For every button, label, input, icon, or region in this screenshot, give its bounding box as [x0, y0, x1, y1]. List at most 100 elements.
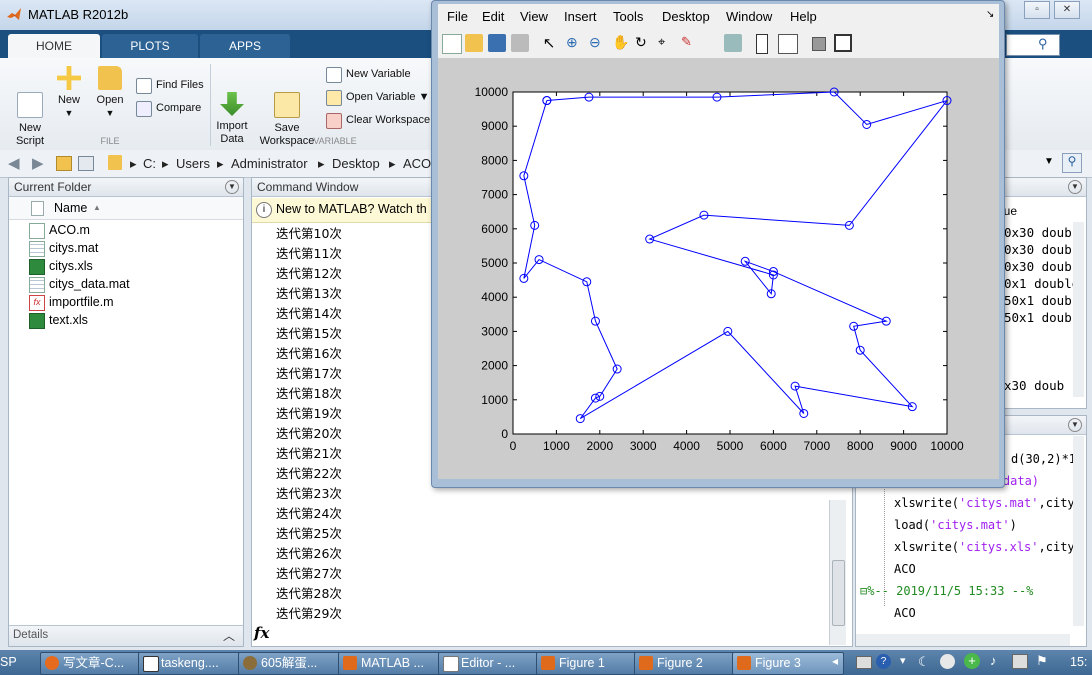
history-hscrollbar[interactable]	[856, 634, 1070, 646]
taskbar-item-figure-1[interactable]: Figure 1	[536, 652, 648, 675]
history-session-separator[interactable]: ⊟%-- 2019/11/5 15:33 --%	[860, 580, 1033, 602]
file-item[interactable]: citys.xls	[29, 257, 93, 275]
new-figure-icon[interactable]	[442, 34, 462, 54]
file-item[interactable]: text.xls	[29, 311, 88, 329]
add-icon[interactable]: +	[964, 653, 980, 669]
open-button[interactable]: Open ▼	[92, 66, 128, 120]
forward-arrow-icon[interactable]: ▶	[32, 154, 44, 172]
pan-icon[interactable]: ✋	[612, 34, 630, 52]
file-item[interactable]: fx importfile.m	[29, 293, 114, 311]
browse-folder-icon[interactable]	[78, 156, 94, 171]
workspace-value[interactable]: 0x1 double	[1004, 275, 1079, 292]
menu-tools[interactable]: Tools	[613, 9, 643, 24]
history-entry[interactable]: xlswrite('citys.mat',city	[894, 492, 1075, 514]
history-entry[interactable]: d(30,2)*1	[1011, 448, 1076, 470]
taskbar-item-figure-3[interactable]: Figure 3	[732, 652, 844, 675]
print-icon[interactable]	[511, 34, 529, 52]
workspace-value[interactable]: 0x30 doub	[1004, 241, 1072, 258]
find-files-button[interactable]: Find Files	[136, 76, 204, 94]
tray-app-icon[interactable]	[940, 654, 955, 669]
menu-edit[interactable]: Edit	[482, 9, 504, 24]
address-search-icon[interactable]: ⚲	[1062, 153, 1082, 173]
scrollbar-thumb[interactable]	[832, 560, 845, 626]
brush-icon[interactable]: ✎	[681, 34, 699, 52]
close-icon[interactable]: ✕	[1054, 1, 1080, 19]
data-cursor-icon[interactable]: ⌖	[658, 34, 676, 52]
history-entry[interactable]: load('citys.mat')	[894, 514, 1017, 536]
route-plot[interactable]: 0 1000 2000 3000 4000 5000 6000 7000 8000 9000 100…	[438, 58, 999, 479]
save-icon[interactable]	[488, 34, 506, 52]
taskbar-item-figure-2[interactable]: Figure 2	[634, 652, 746, 675]
zoom-in-icon[interactable]: ⊕	[566, 34, 584, 52]
history-entry[interactable]: ACO	[894, 602, 916, 624]
workspace-value[interactable]: 0x30 doub	[1004, 258, 1072, 275]
details-panel-bar[interactable]: Details ︿	[9, 625, 243, 646]
up-folder-icon[interactable]	[56, 156, 72, 171]
breadcrumb-desktop[interactable]: Desktop	[332, 156, 380, 171]
open-variable-button[interactable]: Open Variable ▼	[326, 88, 429, 106]
panel-menu-icon[interactable]: ▼	[1068, 180, 1082, 194]
colorbar-icon[interactable]	[756, 34, 768, 54]
tab-plots[interactable]: PLOTS	[102, 34, 198, 58]
file-item[interactable]: citys.mat	[29, 239, 98, 257]
breadcrumb-administrator[interactable]: Administrator	[231, 156, 308, 171]
help-icon[interactable]: ?	[876, 654, 891, 669]
moon-icon[interactable]: ☾	[918, 654, 930, 670]
back-arrow-icon[interactable]: ◀	[8, 154, 20, 172]
breadcrumb-users[interactable]: Users	[176, 156, 210, 171]
file-item[interactable]: citys_data.mat	[29, 275, 130, 293]
taskbar-clipped-item[interactable]: SP	[0, 655, 17, 669]
new-variable-button[interactable]: New Variable	[326, 65, 411, 83]
workspace-value[interactable]: 0x30 doub	[1004, 224, 1072, 241]
tab-apps[interactable]: APPS	[200, 34, 290, 58]
tray-expand-icon[interactable]: ◂	[832, 654, 838, 668]
new-script-button[interactable]: New Script	[10, 66, 50, 148]
show-plot-tools-icon[interactable]	[834, 34, 852, 52]
workspace-scrollbar[interactable]	[1073, 222, 1084, 397]
compare-button[interactable]: Compare	[136, 99, 201, 117]
breadcrumb-aco[interactable]: ACO	[403, 156, 431, 171]
tray-arrow-icon[interactable]: ▾	[900, 654, 906, 667]
dock-arrow-icon[interactable]: ↘	[986, 9, 994, 20]
panel-menu-icon[interactable]: ▼	[225, 180, 239, 194]
network-icon[interactable]	[1012, 654, 1028, 669]
import-data-button[interactable]: Import Data	[214, 66, 250, 146]
taskbar-item-matlab[interactable]: MATLAB ...	[338, 652, 452, 675]
taskbar-item-taskeng[interactable]: taskeng....	[138, 652, 252, 675]
open-file-icon[interactable]	[465, 34, 483, 52]
workspace-value[interactable]: 50x1 doub	[1004, 309, 1072, 326]
rotate-3d-icon[interactable]: ↻	[635, 34, 653, 52]
menu-desktop[interactable]: Desktop	[662, 9, 710, 24]
flag-icon[interactable]: ⚑	[1036, 653, 1048, 669]
expand-up-icon[interactable]: ︿	[223, 627, 235, 644]
breadcrumb-drive[interactable]: C:	[143, 156, 156, 171]
panel-menu-icon[interactable]: ▼	[1068, 418, 1082, 432]
address-dropdown-icon[interactable]: ▼	[1044, 156, 1054, 167]
new-button[interactable]: New ▼	[52, 66, 86, 120]
menu-file[interactable]: File	[447, 9, 468, 24]
command-window-scrollbar[interactable]	[829, 500, 846, 645]
keyboard-icon[interactable]	[856, 656, 872, 669]
taskbar-item-editor[interactable]: Editor - ...	[438, 652, 550, 675]
legend-icon[interactable]	[778, 34, 798, 54]
history-vscrollbar[interactable]	[1073, 436, 1084, 626]
restore-icon[interactable]: ▫	[1024, 1, 1050, 19]
history-entry[interactable]: xlswrite('citys.xls',city	[894, 536, 1075, 558]
menu-insert[interactable]: Insert	[564, 9, 597, 24]
pointer-icon[interactable]: ↖	[540, 34, 558, 52]
link-plot-icon[interactable]	[724, 34, 742, 52]
menu-view[interactable]: View	[520, 9, 548, 24]
workspace-value[interactable]: 50x1 doub	[1004, 292, 1072, 309]
hide-plot-tools-icon[interactable]	[812, 37, 826, 51]
name-column-header[interactable]: Name ▲	[9, 197, 243, 220]
taskbar-item-605[interactable]: 605解蛋...	[238, 652, 352, 675]
volume-icon[interactable]: ♪	[990, 653, 997, 668]
taskbar-item-firefox[interactable]: 写文章-C...	[40, 652, 152, 675]
search-icon[interactable]: ⚲	[1038, 36, 1054, 52]
file-item[interactable]: ACO.m	[29, 221, 90, 239]
zoom-out-icon[interactable]: ⊖	[589, 34, 607, 52]
clear-workspace-button[interactable]: Clear Workspace	[326, 111, 430, 129]
tab-home[interactable]: HOME	[8, 34, 100, 58]
menu-window[interactable]: Window	[726, 9, 772, 24]
workspace-value[interactable]: x30 doub	[1004, 377, 1064, 394]
